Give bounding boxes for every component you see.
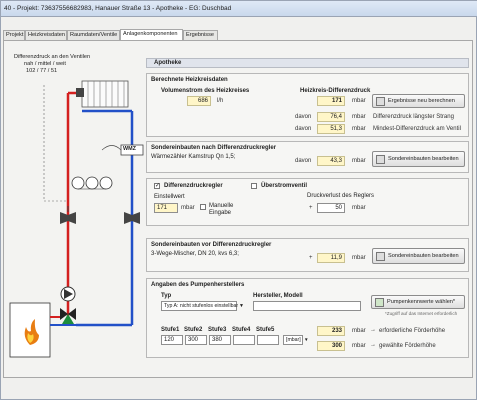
- sondereinbauten-vor-group: Sondereinbauten vor Differenzdruckregler…: [146, 238, 469, 272]
- differenzdruck-strang-value: 76,4: [317, 112, 345, 122]
- unit-select-chevron-icon[interactable]: ▼: [304, 337, 309, 342]
- stufe5-label: Stufe5: [256, 327, 275, 333]
- sondereinbauten-nach-title: Sondereinbauten nach Differenzdruckregle…: [151, 145, 277, 151]
- window-title: 40 - Projekt: 736375566829​83, Hanauer S…: [1, 1, 477, 17]
- hersteller-label: Hersteller, Modell: [253, 293, 303, 299]
- davon-label-2: davon: [295, 126, 312, 132]
- davon-label-1: davon: [295, 114, 312, 120]
- hydraulic-schematic: [9, 80, 144, 358]
- volumenstrom-label: Volumenstrom des Heizkreises: [161, 88, 250, 94]
- stufe4-input[interactable]: [233, 335, 255, 345]
- tab-anlagenkomponenten[interactable]: Anlagenkomponenten: [120, 29, 183, 40]
- pumpenhersteller-title: Angaben des Pumpenherstellers: [151, 282, 245, 288]
- eingabe-label: Eingabe: [209, 210, 232, 216]
- regler-group: ✓ Differenzdruckregler Überstromventil E…: [146, 178, 469, 226]
- heizkreis-differenzdruck-label: Heizkreis-Differenzdruck: [300, 88, 371, 94]
- sondereinbauten-nach-edit-button[interactable]: Sondereinbauten bearbeiten: [372, 151, 465, 167]
- tab-content: Differenzdruck an den Ventilen nah / mit…: [3, 40, 473, 378]
- sondereinbauten-vor-button-label: Sondereinbauten bearbeiten: [388, 253, 459, 259]
- sondereinbauten-nach-button-label: Sondereinbauten bearbeiten: [388, 156, 459, 162]
- tab-raumdaten-ventile[interactable]: Raumdaten/Ventile: [67, 30, 120, 40]
- pump-icon: [60, 286, 76, 302]
- gewaehlte-foerderhoehe-label: gewählte Förderhöhe: [379, 343, 436, 349]
- tab-ergebnisse[interactable]: Ergebnisse: [183, 30, 218, 40]
- wmz-label: WMZ: [123, 146, 136, 152]
- sondereinbauten-vor-unit: mbar: [352, 255, 366, 261]
- unit-select[interactable]: [mbar]: [283, 335, 303, 345]
- stufe5-input[interactable]: [257, 335, 279, 345]
- volumenstrom-value: 686: [187, 96, 211, 106]
- group-title: Berechnete Heizkreisdaten: [151, 77, 228, 83]
- page-title: Apotheke: [154, 60, 182, 66]
- recalculate-button[interactable]: Ergebnisse neu berechnen: [372, 94, 465, 108]
- einstellwert-unit: mbar: [181, 205, 195, 211]
- gewaehlte-foerderhoehe-unit: mbar: [352, 343, 366, 349]
- druckverlust-plus: +: [309, 205, 313, 211]
- calculator-icon: [376, 96, 385, 106]
- sondereinbauten-nach-group: Sondereinbauten nach Differenzdruckregle…: [146, 141, 469, 173]
- valve-edit-icon: [376, 251, 385, 261]
- boiler-icon: [9, 302, 51, 358]
- arrow-right-icon: →: [370, 342, 376, 348]
- mindest-differenzdruck-label: Mindest-Differenzdruck am Ventil: [373, 126, 461, 132]
- pump-curve-icon: [375, 297, 384, 307]
- stufe2-label: Stufe2: [184, 327, 203, 333]
- stufe1-input[interactable]: 120: [161, 335, 183, 345]
- pumpenkennwerte-button-label: Pumpenkennwerte wählen*: [387, 299, 456, 305]
- pumpenhersteller-group: Angaben des Pumpenherstellers Typ Typ A:…: [146, 278, 469, 358]
- ueberstromventil-label: Überstromventil: [261, 183, 308, 189]
- sondereinbauten-vor-text: 3-Wege-Mischer, DN 20, kvs 6,3;: [151, 251, 239, 257]
- einstellwert-input[interactable]: 171: [154, 203, 178, 213]
- sondereinbauten-vor-edit-button[interactable]: Sondereinbauten bearbeiten: [372, 248, 465, 264]
- sondereinbauten-vor-plus: +: [309, 255, 313, 261]
- valve-edit-icon: [376, 154, 385, 164]
- druckverlust-label: Druckverlust des Reglers: [307, 193, 375, 199]
- heizkreis-differenzdruck-unit: mbar: [352, 98, 366, 104]
- volumenstrom-unit: l/h: [217, 98, 224, 104]
- erforderliche-foerderhoehe-unit: mbar: [352, 328, 366, 334]
- recalculate-button-label: Ergebnisse neu berechnen: [388, 98, 455, 104]
- typ-label: Typ: [161, 293, 172, 299]
- differenzdruckregler-checkbox[interactable]: ✓: [154, 183, 160, 189]
- druckverlust-input[interactable]: 50: [317, 203, 345, 213]
- einstellwert-label: Einstellwert: [154, 194, 185, 200]
- mindest-differenzdruck-unit: mbar: [352, 126, 366, 132]
- gewaehlte-foerderhoehe-value: 300: [317, 341, 345, 351]
- stufe3-label: Stufe3: [208, 327, 227, 333]
- tab-projekt[interactable]: Projekt: [3, 30, 25, 40]
- stufe1-label: Stufe1: [161, 327, 180, 333]
- sondereinbauten-vor-title: Sondereinbauten vor Differenzdruckregler: [151, 242, 272, 248]
- header-bar: [146, 58, 469, 68]
- sondereinbauten-nach-value: 43,3: [317, 156, 345, 166]
- arrow-right-icon: →: [370, 327, 376, 333]
- stufe4-label: Stufe4: [232, 327, 251, 333]
- druckverlust-unit: mbar: [352, 205, 366, 211]
- stufe3-input[interactable]: 380: [209, 335, 231, 345]
- erforderliche-foerderhoehe-value: 233: [317, 326, 345, 336]
- differenzdruck-strang-unit: mbar: [352, 114, 366, 120]
- tab-heizkreisdaten[interactable]: Heizkreisdaten: [25, 30, 67, 40]
- app-window: 40 - Projekt: 736375566829​83, Hanauer S…: [0, 0, 477, 400]
- differenzdruck-strang-label: Differenzdruck längster Strang: [373, 114, 454, 120]
- stufe2-input[interactable]: 300: [185, 335, 207, 345]
- erforderliche-foerderhoehe-label: erforderliche Förderhöhe: [379, 328, 446, 334]
- manuelle-label: Manuelle: [209, 203, 234, 209]
- manuelle-eingabe-checkbox[interactable]: [200, 204, 206, 210]
- radiator-icon: [76, 80, 129, 108]
- chevron-down-icon[interactable]: ▼: [239, 303, 244, 309]
- differenzdruckregler-label: Differenzdruckregler: [164, 183, 223, 189]
- sondereinbauten-nach-text: Wärmezähler Kamstrup Qn 1,5;: [151, 154, 236, 160]
- hersteller-input[interactable]: [253, 301, 361, 311]
- heizkreis-differenzdruck-value: 171: [317, 96, 345, 106]
- sondereinbauten-vor-value: 11,9: [317, 253, 345, 263]
- pumpenkennwerte-button[interactable]: Pumpenkennwerte wählen*: [371, 295, 465, 309]
- internet-note: *Zugriff auf das Internet erforderlich: [385, 311, 458, 316]
- differenzdruckregler-icon: [71, 176, 113, 190]
- berechnete-heizkreisdaten-group: Berechnete Heizkreisdaten Volumenstrom d…: [146, 73, 469, 137]
- mindest-differenzdruck-value: 51,3: [317, 124, 345, 134]
- ueberstromventil-checkbox[interactable]: [251, 183, 257, 189]
- typ-select[interactable]: Typ A: nicht stufenlos einstellbar: [161, 301, 238, 311]
- sondereinbauten-nach-davon: davon: [295, 158, 312, 164]
- sondereinbauten-nach-unit: mbar: [352, 158, 366, 164]
